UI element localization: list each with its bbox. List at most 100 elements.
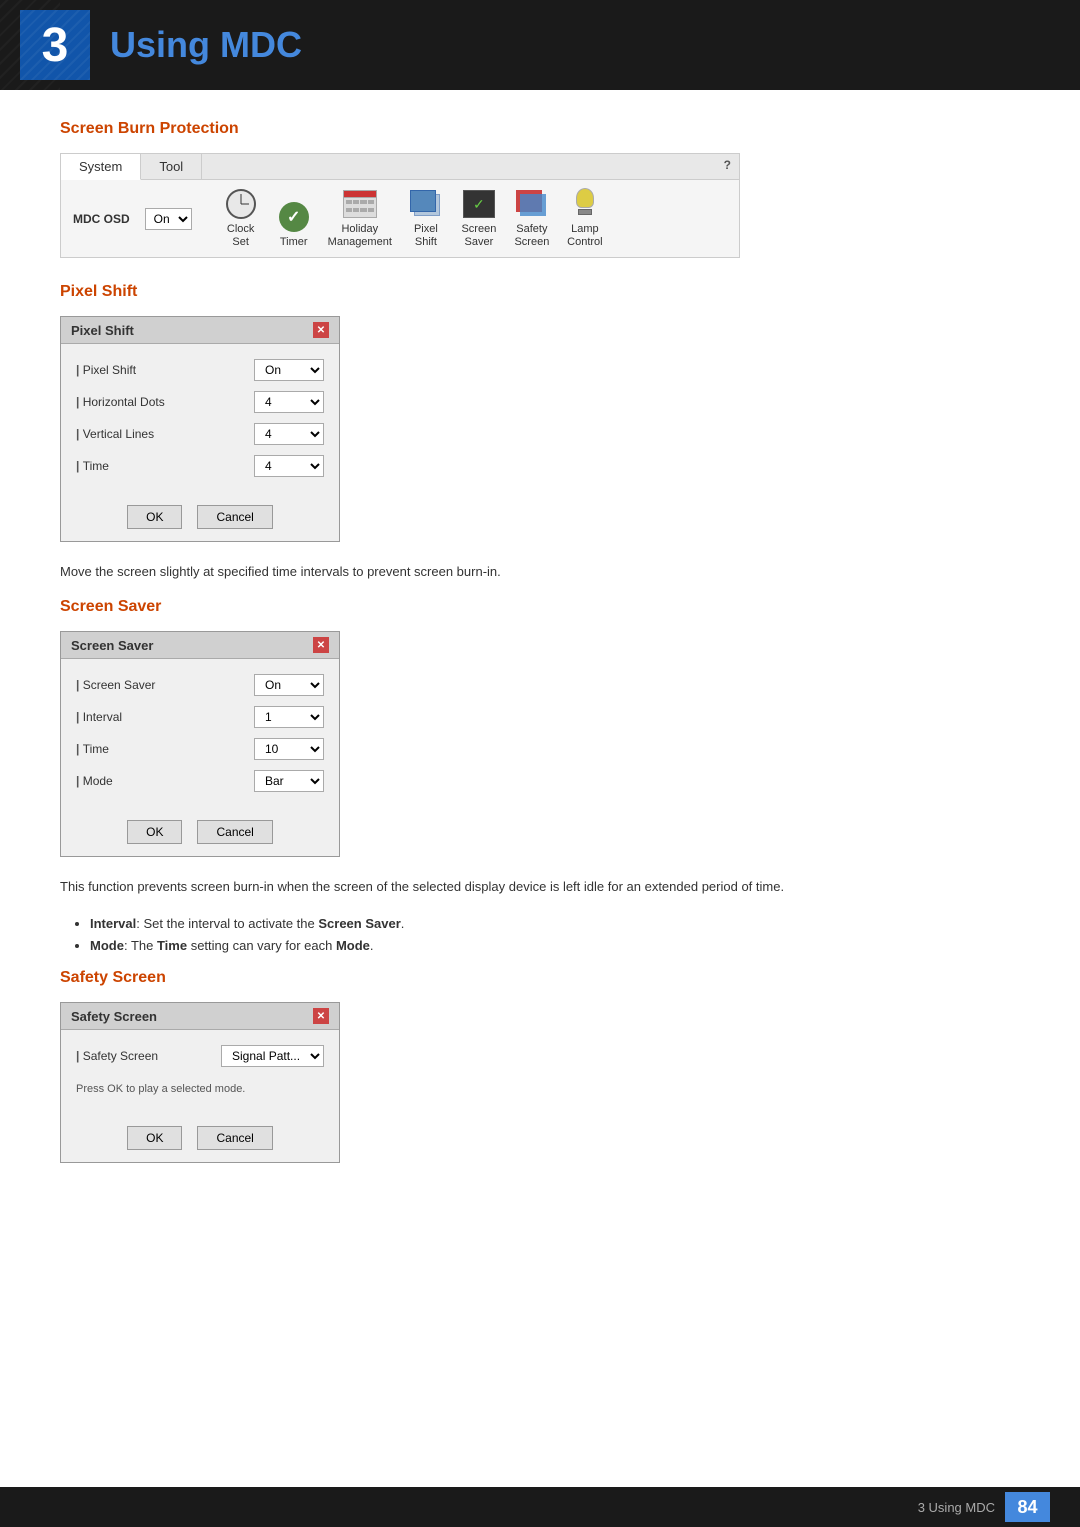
pixel-shift-row-0: Pixel Shift OnOff: [76, 359, 324, 381]
screen-saver-field-label-0: Screen Saver: [76, 678, 155, 692]
bullet-mode-label2: Mode: [336, 938, 370, 953]
safety-screen-ok-button[interactable]: OK: [127, 1126, 182, 1150]
safety-screen-title: Safety Screen: [71, 1009, 157, 1024]
pixel-shift-field-label-0: Pixel Shift: [76, 363, 136, 377]
pixel-shift-titlebar: Pixel Shift ✕: [61, 317, 339, 344]
timer-label: Timer: [280, 236, 308, 249]
toolbar-icons: ClockSet ✓ Timer: [222, 188, 604, 249]
pixel-shift-row-3: Time 426: [76, 455, 324, 477]
pixel-shift-row-2: Vertical Lines 426: [76, 423, 324, 445]
help-icon[interactable]: ?: [716, 154, 739, 179]
toolbar-tabs: System Tool ?: [61, 154, 739, 180]
mdc-osd-label: MDC OSD: [73, 212, 130, 226]
safety-screen-field-label-0: Safety Screen: [76, 1049, 158, 1063]
pixel-shift-select-1[interactable]: 426: [254, 391, 324, 413]
pixel-shift-field-label-2: Vertical Lines: [76, 427, 154, 441]
screen-saver-label: ScreenSaver: [461, 223, 496, 249]
pixel-shift-select-3[interactable]: 426: [254, 455, 324, 477]
pixel-shift-ok-button[interactable]: OK: [127, 505, 182, 529]
screen-saver-bullets: Interval: Set the interval to activate t…: [80, 913, 1020, 957]
pixel-shift-close-button[interactable]: ✕: [313, 322, 329, 338]
bullet-screen-saver-label: Screen Saver: [318, 916, 400, 931]
screen-saver-icon: [463, 190, 495, 218]
pixel-shift-heading: Pixel Shift: [60, 283, 1020, 301]
pixel-shift-row-1: Horizontal Dots 426: [76, 391, 324, 413]
safety-screen-heading: Safety Screen: [60, 969, 1020, 987]
screen-saver-close-button[interactable]: ✕: [313, 637, 329, 653]
screen-saver-body: Screen Saver OnOff Interval 123 Time 105…: [61, 659, 339, 812]
clock-icon: [226, 189, 256, 219]
safety-screen-select-0[interactable]: Signal Patt...ScrollFade: [221, 1045, 324, 1067]
screen-saver-row-1: Interval 123: [76, 706, 324, 728]
screen-saver-titlebar: Screen Saver ✕: [61, 632, 339, 659]
bullet-mode-label: Mode: [90, 938, 124, 953]
page-footer: 3 Using MDC 84: [0, 1487, 1080, 1527]
toolbar-icon-lamp-control[interactable]: LampControl: [566, 188, 604, 249]
timer-icon: ✓: [279, 202, 309, 232]
chapter-title: Using MDC: [110, 24, 302, 66]
pixel-shift-select-2[interactable]: 426: [254, 423, 324, 445]
safety-screen-close-button[interactable]: ✕: [313, 1008, 329, 1024]
safety-screen-section: Safety Screen Safety Screen ✕ Safety Scr…: [60, 969, 1020, 1162]
screen-saver-dialog: Screen Saver ✕ Screen Saver OnOff Interv…: [60, 631, 340, 857]
clock-set-icon-img: [222, 188, 260, 220]
screen-saver-field-label-2: Time: [76, 742, 109, 756]
toolbar-icon-safety-screen[interactable]: SafetyScreen: [513, 188, 551, 249]
pixel-shift-cancel-button[interactable]: Cancel: [197, 505, 272, 529]
toolbar-icon-pixel-shift[interactable]: PixelShift: [407, 188, 445, 249]
mdc-osd-select[interactable]: On Off: [145, 208, 192, 230]
screen-saver-row-2: Time 10515: [76, 738, 324, 760]
tab-tool[interactable]: Tool: [141, 154, 202, 179]
screen-saver-field-label-1: Interval: [76, 710, 122, 724]
screen-saver-row-3: Mode BarEraserPixel: [76, 770, 324, 792]
toolbar-row: MDC OSD On Off ClockSet: [61, 180, 739, 257]
screen-saver-footer: OK Cancel: [61, 812, 339, 856]
bullet-interval-label: Interval: [90, 916, 136, 931]
pixel-shift-body: Pixel Shift OnOff Horizontal Dots 426 Ve…: [61, 344, 339, 497]
timer-icon-img: ✓: [275, 201, 313, 233]
screen-saver-select-0[interactable]: OnOff: [254, 674, 324, 696]
screen-saver-row-0: Screen Saver OnOff: [76, 674, 324, 696]
holiday-label: HolidayManagement: [328, 223, 392, 249]
screen-saver-cancel-button[interactable]: Cancel: [197, 820, 272, 844]
pixel-shift-footer: OK Cancel: [61, 497, 339, 541]
lamp-control-label: LampControl: [567, 223, 602, 249]
screen-burn-section: Screen Burn Protection System Tool ? MDC…: [60, 120, 1020, 258]
screen-saver-title: Screen Saver: [71, 638, 153, 653]
toolbar-icon-screen-saver[interactable]: ScreenSaver: [460, 188, 498, 249]
screen-saver-select-2[interactable]: 10515: [254, 738, 324, 760]
footer-page-number: 84: [1005, 1492, 1050, 1522]
screen-saver-select-3[interactable]: BarEraserPixel: [254, 770, 324, 792]
toolbar-icon-clock-set[interactable]: ClockSet: [222, 188, 260, 249]
safety-screen-dialog: Safety Screen ✕ Safety Screen Signal Pat…: [60, 1002, 340, 1162]
pixel-shift-description: Move the screen slightly at specified ti…: [60, 562, 1020, 583]
pixel-shift-section: Pixel Shift Pixel Shift ✕ Pixel Shift On…: [60, 283, 1020, 583]
toolbar-icon-timer[interactable]: ✓ Timer: [275, 201, 313, 249]
bullet-interval: Interval: Set the interval to activate t…: [90, 913, 1020, 935]
safety-screen-cancel-button[interactable]: Cancel: [197, 1126, 272, 1150]
safety-screen-footer: OK Cancel: [61, 1118, 339, 1162]
lamp-control-icon-img: [566, 188, 604, 220]
tab-system[interactable]: System: [61, 154, 141, 180]
pixel-shift-field-label-1: Horizontal Dots: [76, 395, 165, 409]
lamp-icon: [571, 188, 599, 220]
pixel-shift-select-0[interactable]: OnOff: [254, 359, 324, 381]
pixel-shift-label: PixelShift: [414, 223, 438, 249]
screen-saver-field-label-3: Mode: [76, 774, 113, 788]
clock-set-label: ClockSet: [227, 223, 255, 249]
safety-screen-body: Safety Screen Signal Patt...ScrollFade P…: [61, 1030, 339, 1117]
toolbar-icon-holiday[interactable]: HolidayManagement: [328, 188, 392, 249]
safety-screen-icon: [516, 190, 548, 218]
tab-spacer: [202, 154, 715, 179]
chapter-number-box: 3: [20, 10, 90, 80]
screen-saver-ok-button[interactable]: OK: [127, 820, 182, 844]
page-header: 3 Using MDC: [0, 0, 1080, 90]
pixel-shift-icon-img: [407, 188, 445, 220]
chapter-number: 3: [42, 18, 69, 73]
screen-saver-select-1[interactable]: 123: [254, 706, 324, 728]
pixel-shift-field-label-3: Time: [76, 459, 109, 473]
pixel-shift-title: Pixel Shift: [71, 323, 134, 338]
safety-screen-titlebar: Safety Screen ✕: [61, 1003, 339, 1030]
safety-screen-note: Press OK to play a selected mode.: [76, 1077, 324, 1107]
screen-saver-heading: Screen Saver: [60, 598, 1020, 616]
